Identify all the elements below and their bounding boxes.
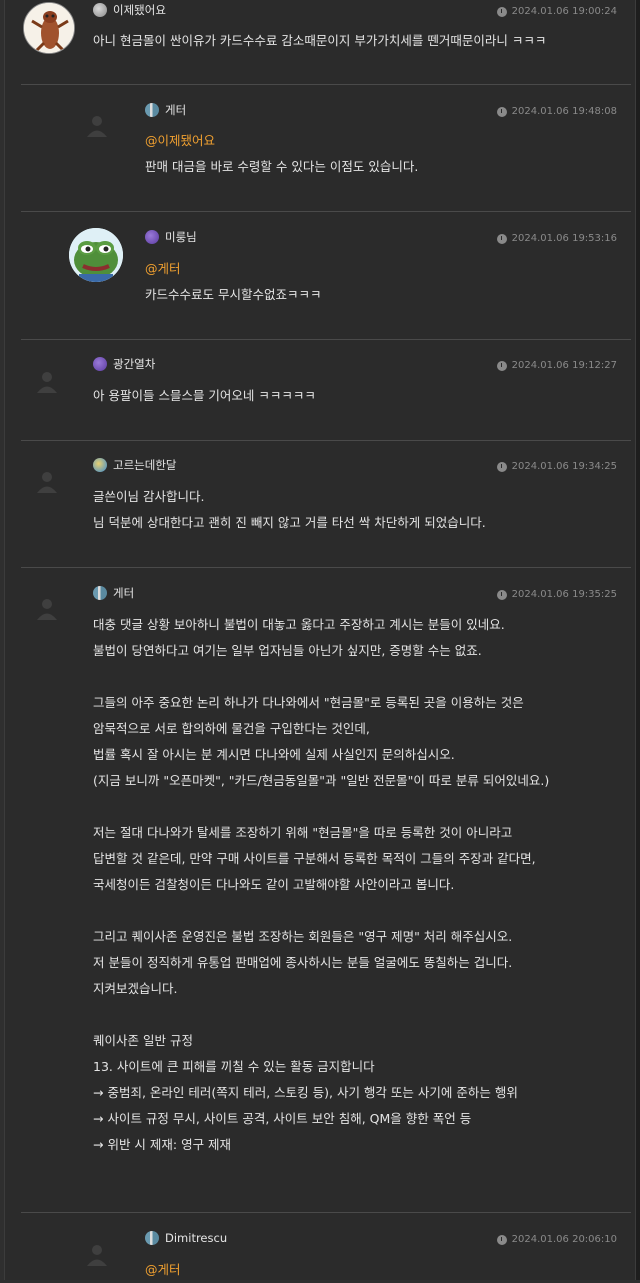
- comment-date: 2024.01.06 19:34:25: [496, 461, 617, 472]
- comment-meta: 광간열차: [93, 356, 155, 372]
- mention-link[interactable]: @이제됐어요: [145, 128, 418, 154]
- clock-icon: [496, 360, 507, 371]
- level-badge-icon: [145, 1231, 159, 1245]
- scrollbar[interactable]: [636, 0, 640, 1280]
- comment-meta: 고르는데한달: [93, 457, 176, 473]
- mention-link[interactable]: @게터: [145, 256, 321, 282]
- clock-icon: [496, 106, 507, 117]
- comment-date: 2024.01.06 19:48:08: [496, 106, 617, 117]
- clock-icon: [496, 589, 507, 600]
- nickname[interactable]: 게터: [165, 102, 186, 118]
- level-badge-icon: [145, 103, 159, 117]
- comment-body: 대충 댓글 상황 보아하니 불법이 대놓고 옳다고 주장하고 계시는 분들이 있…: [93, 617, 550, 1152]
- user-avatar[interactable]: [69, 228, 123, 282]
- level-badge-icon: [93, 458, 107, 472]
- nickname[interactable]: 미룽님: [165, 229, 197, 245]
- comment-meta: 게터: [145, 102, 186, 118]
- comment-body: @게터: [145, 1257, 181, 1283]
- default-avatar-icon: [37, 372, 57, 393]
- frog-avatar-icon: [69, 228, 123, 282]
- nickname[interactable]: 이제됐어요: [113, 2, 166, 18]
- clock-icon: [496, 1234, 507, 1245]
- nickname[interactable]: 게터: [113, 585, 134, 601]
- level-badge-icon: [145, 230, 159, 244]
- divider: [21, 84, 631, 85]
- nickname[interactable]: Dimitrescu: [165, 1231, 227, 1245]
- comment-thread: 이제됐어요 2024.01.06 19:00:24 아니 현금몰이 싼이유가 카…: [4, 0, 636, 1280]
- nickname[interactable]: 광간열차: [113, 356, 155, 372]
- level-badge-icon: [93, 586, 107, 600]
- comment-body: @게터 카드수수료도 무시할수없죠ㅋㅋㅋ: [145, 256, 321, 308]
- default-avatar-icon: [37, 599, 57, 620]
- divider: [21, 440, 631, 441]
- comment-date: 2024.01.06 20:06:10: [496, 1234, 617, 1245]
- creature-avatar-icon: [24, 3, 74, 53]
- default-avatar-icon: [87, 1245, 107, 1266]
- divider: [21, 1212, 631, 1213]
- divider: [21, 211, 631, 212]
- comment-date: 2024.01.06 19:35:25: [496, 589, 617, 600]
- comment-meta: 게터: [93, 585, 134, 601]
- nickname[interactable]: 고르는데한달: [113, 457, 176, 473]
- comment-body: @이제됐어요 판매 대금을 바로 수령할 수 있다는 이점도 있습니다.: [145, 128, 418, 180]
- clock-icon: [496, 6, 507, 17]
- divider: [21, 339, 631, 340]
- comment-date: 2024.01.06 19:53:16: [496, 233, 617, 244]
- comment-meta: 미룽님: [145, 229, 197, 245]
- default-avatar-icon: [37, 472, 57, 493]
- clock-icon: [496, 233, 507, 244]
- level-badge-icon: [93, 3, 107, 17]
- level-badge-icon: [93, 357, 107, 371]
- divider: [21, 567, 631, 568]
- comment-meta: 이제됐어요: [93, 2, 166, 18]
- mention-link[interactable]: @게터: [145, 1257, 181, 1283]
- clock-icon: [496, 461, 507, 472]
- user-avatar[interactable]: [23, 2, 75, 54]
- comment-date: 2024.01.06 19:00:24: [496, 6, 617, 17]
- comment-meta: Dimitrescu: [145, 1230, 227, 1246]
- comment-body: 아니 현금몰이 싼이유가 카드수수료 감소때문이지 부가가치세를 뗀거때문이라니…: [93, 33, 547, 48]
- comment-date: 2024.01.06 19:12:27: [496, 360, 617, 371]
- comment-body: 아 용팔이들 스믈스믈 기어오네 ㅋㅋㅋㅋㅋ: [93, 388, 316, 403]
- comment-body: 글쓴이님 감사합니다. 님 덕분에 상대한다고 괜히 진 빼지 않고 거를 타선…: [93, 489, 486, 530]
- default-avatar-icon: [87, 116, 107, 137]
